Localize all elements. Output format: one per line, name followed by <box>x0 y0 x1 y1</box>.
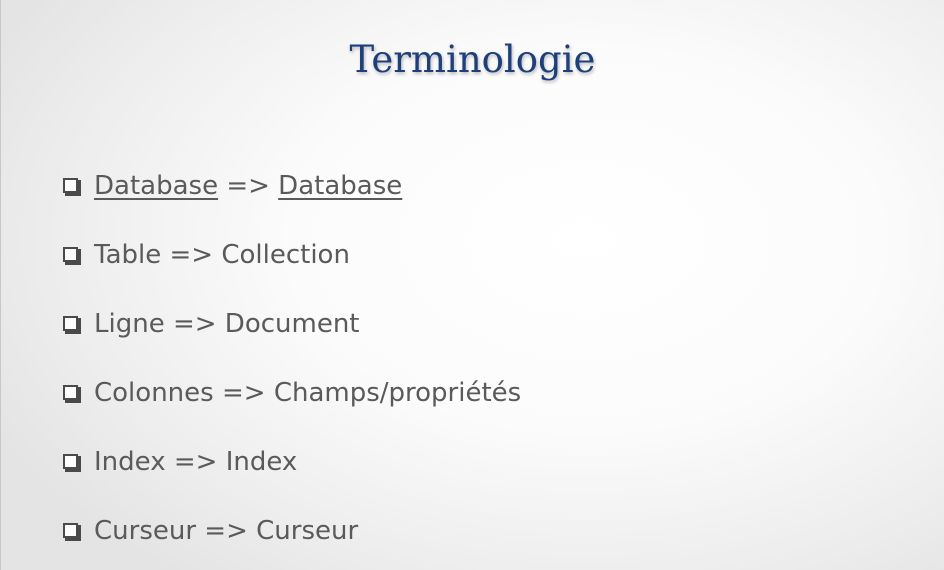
term-right: Champs/propriétés <box>273 377 522 408</box>
list-item: Ligne => Document <box>63 302 521 345</box>
arrow-text: => <box>213 377 274 408</box>
list-item: Table => Collection <box>63 233 521 276</box>
list-item: Index => Index <box>63 440 521 483</box>
term-left: Database <box>94 170 219 201</box>
term-left: Table <box>94 239 162 270</box>
square-bullet-icon <box>63 178 81 196</box>
arrow-text: => <box>161 239 222 270</box>
square-bullet-icon <box>63 247 81 265</box>
list-item: Colonnes => Champs/propriétés <box>63 371 521 414</box>
term-left: Curseur <box>94 515 197 546</box>
term-left: Index <box>94 446 166 477</box>
arrow-text: => <box>164 308 225 339</box>
term-right: Curseur <box>256 515 359 546</box>
term-right: Document <box>224 308 360 339</box>
list-item: Curseur => Curseur <box>63 509 521 552</box>
square-bullet-icon <box>63 523 81 541</box>
arrow-text: => <box>196 515 257 546</box>
term-right: Index <box>225 446 298 477</box>
arrow-text: => <box>165 446 226 477</box>
arrow-text: => <box>218 170 279 201</box>
term-left: Colonnes <box>94 377 214 408</box>
term-right: Collection <box>221 239 350 270</box>
square-bullet-icon <box>63 316 81 334</box>
slide-title: Terminologie <box>349 38 596 81</box>
term-right: Database <box>278 170 403 201</box>
list-item: Database => Database <box>63 164 521 207</box>
presentation-slide: Terminologie Database => Database Table … <box>0 0 944 570</box>
term-left: Ligne <box>94 308 165 339</box>
square-bullet-icon <box>63 385 81 403</box>
square-bullet-icon <box>63 454 81 472</box>
bullet-list: Database => Database Table => Collection… <box>63 164 521 570</box>
